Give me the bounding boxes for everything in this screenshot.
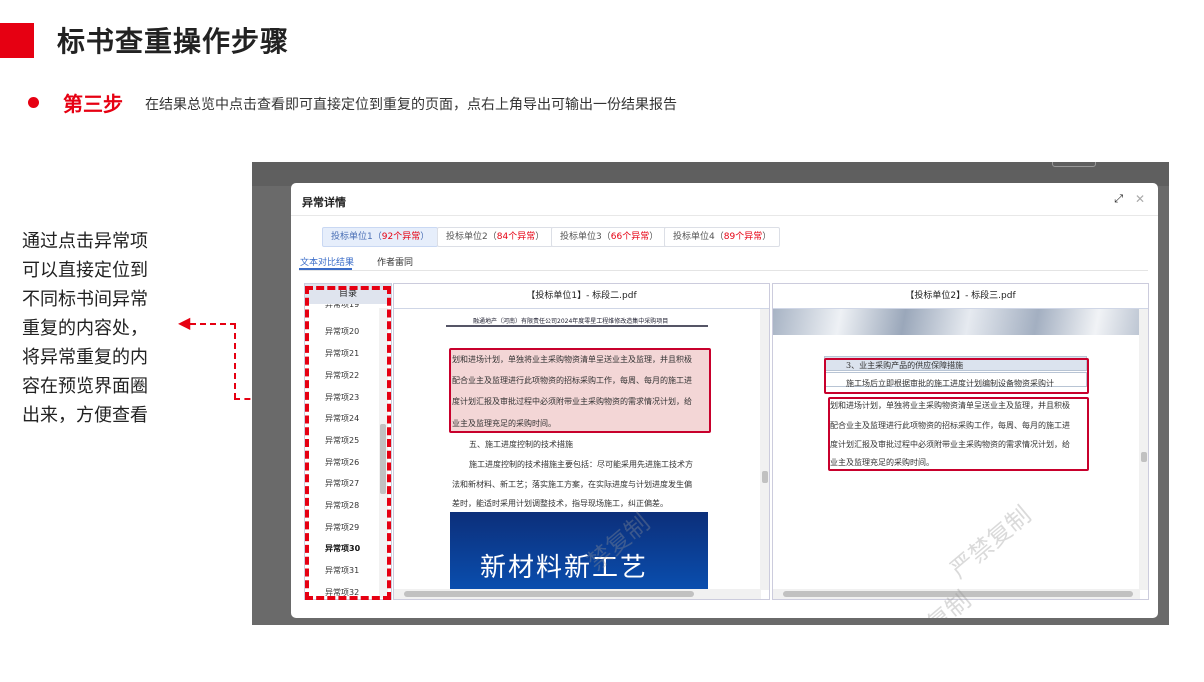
doc-header: 【投标单位2】- 标段三.pdf [773, 284, 1148, 309]
subtab-active-indicator [299, 268, 352, 270]
doc-header-graphic [773, 309, 1148, 335]
tab-bidder-4[interactable]: 投标单位4（89个异常） [664, 227, 781, 247]
doc-table-cell: 施工场后立即根据审批的施工进度计划编制设备物资采购计 [846, 379, 1054, 388]
doc-scrollbar[interactable] [760, 309, 769, 590]
step-description: 在结果总览中点击查看即可直接定位到重复的页面，点右上角导出可输出一份结果报告 [145, 97, 677, 113]
tab-close: ） [535, 232, 545, 242]
doc-line: 业主及监理充足的采购时间。 [452, 419, 556, 428]
doc-hscrollbar-thumb[interactable] [404, 591, 694, 597]
tab-label: 投标单位2 [446, 232, 488, 242]
connector-line [234, 323, 236, 399]
annotation-line: 不同标书间异常 [22, 289, 148, 310]
annotation-line: 通过点击异常项 [22, 231, 148, 252]
tab-count: 92个异常 [381, 232, 421, 242]
dialog-title: 异常详情 [302, 196, 346, 209]
doc-title-rule [446, 325, 708, 327]
doc-line: 度计划汇报及审批过程中必须附带业主采购物资的需求情况计划，给 [830, 440, 1070, 449]
annotation-line: 出来，方便查看 [22, 405, 148, 426]
tab-bidder-3[interactable]: 投标单位3（66个异常） [551, 227, 668, 247]
divider [291, 215, 1158, 216]
export-button[interactable] [1052, 162, 1096, 167]
connector-line [190, 323, 236, 325]
doc-scrollbar-thumb[interactable] [762, 471, 768, 483]
annotation-text: 通过点击异常项 可以直接定位到 不同标书间异常 重复的内容处， 将异常重复的内 … [22, 227, 182, 430]
subtab-author-match[interactable]: 作者雷同 [377, 255, 413, 268]
tab-close: ） [649, 232, 659, 242]
doc-table-cell: 3、业主采购产品的供应保障措施 [846, 361, 964, 370]
anomaly-dialog: 异常详情 ⤢ ✕ 投标单位1（92个异常） 投标单位2（84个异常） 投标单位3… [291, 183, 1158, 618]
tab-open: （ [714, 232, 724, 242]
arrow-left-icon: ◀ [178, 313, 191, 332]
bullet-dot [28, 97, 39, 108]
annotation-line: 可以直接定位到 [22, 260, 148, 281]
doc-line: 划和进场计划，单独将业主采购物资清单呈送业主及监理，并且积极 [830, 401, 1070, 410]
tab-label: 投标单位4 [673, 232, 715, 242]
tab-label: 投标单位3 [560, 232, 602, 242]
annotation-line: 重复的内容处， [22, 318, 148, 339]
doc-header: 【投标单位1】- 标段二.pdf [394, 284, 769, 309]
step-label: 第三步 [63, 92, 123, 116]
annotation-line: 容在预览界面圈 [22, 376, 148, 397]
annotation-line: 将异常重复的内 [22, 347, 148, 368]
app-screenshot: 异常详情 ⤢ ✕ 投标单位1（92个异常） 投标单位2（84个异常） 投标单位3… [252, 162, 1169, 625]
doc-line: 度计划汇报及审批过程中必须附带业主采购物资的需求情况计划，给 [452, 397, 692, 406]
slide-title: 标书查重操作步骤 [57, 25, 290, 58]
tab-close: ） [762, 232, 772, 242]
doc-line: 五、施工进度控制的技术措施 [469, 440, 573, 449]
tab-label: 投标单位1 [331, 232, 373, 242]
tab-count: 89个异常 [723, 232, 763, 242]
tab-close: ） [420, 232, 430, 242]
subtab-text-compare[interactable]: 文本对比结果 [300, 255, 354, 268]
tab-open: （ [487, 232, 497, 242]
tab-bidder-1[interactable]: 投标单位1（92个异常） [322, 227, 439, 247]
tab-open: （ [372, 232, 382, 242]
tab-count: 84个异常 [496, 232, 536, 242]
doc-page-title: 融通地产（河南）有限责任公司2024年度零星工程维修改造集中采购项目 [473, 318, 669, 325]
close-icon[interactable]: ✕ [1135, 192, 1145, 206]
expand-icon[interactable]: ⤢ [1114, 192, 1123, 206]
highlight-dashed-box [305, 286, 391, 600]
doc-scrollbar-thumb[interactable] [1141, 452, 1147, 462]
doc-line: 业主及监理充足的采购时间。 [830, 458, 934, 467]
tab-open: （ [601, 232, 611, 242]
accent-block [0, 23, 34, 58]
doc-line: 划和进场计划，单独将业主采购物资清单呈送业主及监理，并且积极 [452, 355, 692, 364]
doc-scrollbar[interactable] [1139, 309, 1148, 590]
tab-bidder-2[interactable]: 投标单位2（84个异常） [437, 227, 554, 247]
doc-line: 配合业主及监理进行此项物资的招标采购工作，每周、每月的施工进 [830, 421, 1070, 430]
tab-count: 66个异常 [610, 232, 650, 242]
subtab-baseline [299, 270, 1148, 271]
doc-line: 配合业主及监理进行此项物资的招标采购工作，每周、每月的施工进 [452, 376, 692, 385]
doc-line: 施工进度控制的技术措施主要包括：尽可能采用先进施工技术方 [469, 460, 693, 469]
doc-line: 法和新材料、新工艺；落实施工方案，在实际进度与计划进度发生偏 [452, 480, 692, 489]
